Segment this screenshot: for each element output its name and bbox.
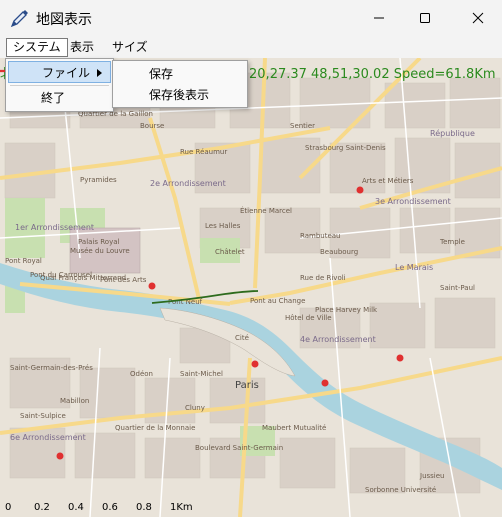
svg-text:République: République (430, 128, 475, 138)
svg-text:Pont au Change: Pont au Change (250, 297, 305, 305)
svg-text:Maubert Mutualité: Maubert Mutualité (262, 424, 326, 432)
title-bar: 地図表示 (0, 0, 502, 36)
scale-tick-3: 0.6 (102, 502, 118, 513)
map-view[interactable]: Quartier de la Gaillon Vivienne Bourse S… (0, 58, 502, 517)
submenu-arrow-icon (97, 69, 102, 77)
svg-text:Sorbonne Université: Sorbonne Université (365, 486, 436, 494)
svg-text:Les Halles: Les Halles (205, 222, 241, 230)
svg-text:6e Arrondissement: 6e Arrondissement (10, 433, 86, 442)
maximize-button[interactable] (402, 0, 448, 36)
menu-separator (10, 85, 109, 86)
svg-text:Quartier de la Monnaie: Quartier de la Monnaie (115, 424, 195, 432)
svg-text:Sentier: Sentier (290, 122, 315, 130)
svg-text:Le Marais: Le Marais (395, 263, 433, 272)
svg-text:Saint-Paul: Saint-Paul (440, 284, 475, 292)
svg-text:Boulevard Saint-Germain: Boulevard Saint-Germain (195, 444, 283, 452)
status-text: 20,27.37 48,51,30.02 Speed=61.8Km (249, 67, 496, 82)
svg-text:Pyramides: Pyramides (80, 176, 117, 184)
svg-text:Palais Royal: Palais Royal (78, 238, 120, 246)
menu-item-exit[interactable]: 終了 (8, 87, 111, 109)
svg-text:Arts et Métiers: Arts et Métiers (362, 177, 414, 185)
close-icon (472, 12, 484, 24)
scale-tick-1: 0.2 (34, 502, 50, 513)
menu-system[interactable]: システム (6, 38, 68, 57)
scale-tick-4: 0.8 (136, 502, 152, 513)
svg-text:Rue Réaumur: Rue Réaumur (180, 148, 227, 156)
svg-text:Jussieu: Jussieu (419, 472, 444, 480)
svg-text:Pont Royal: Pont Royal (5, 257, 42, 265)
svg-text:Rue de Rivoli: Rue de Rivoli (300, 274, 346, 282)
svg-text:Hôtel de Ville: Hôtel de Ville (285, 314, 332, 322)
maximize-icon (420, 13, 430, 23)
menu-item-save-and-show[interactable]: 保存後表示 (149, 85, 209, 105)
svg-text:Musée du Louvre: Musée du Louvre (70, 247, 130, 255)
minimize-icon (374, 17, 384, 19)
svg-text:3e Arrondissement: 3e Arrondissement (375, 197, 451, 206)
svg-text:Étienne Marcel: Étienne Marcel (240, 206, 292, 215)
pen-icon (10, 10, 28, 28)
map-canvas: Quartier de la Gaillon Vivienne Bourse S… (0, 58, 502, 517)
svg-text:Mabillon: Mabillon (60, 397, 89, 405)
menu-item-file-label: ファイル (42, 66, 91, 80)
svg-text:Saint-Michel: Saint-Michel (180, 370, 223, 378)
scale-tick-0: 0 (5, 502, 12, 513)
svg-text:Rambuteau: Rambuteau (300, 232, 340, 240)
scale-tick-5: 1Km (170, 502, 193, 513)
svg-text:Place Harvey Milk: Place Harvey Milk (315, 306, 378, 314)
svg-text:Cluny: Cluny (185, 404, 205, 412)
svg-text:Saint-Sulpice: Saint-Sulpice (20, 412, 66, 420)
scale-tick-2: 0.4 (68, 502, 84, 513)
svg-text:Beaubourg: Beaubourg (320, 248, 358, 256)
close-button[interactable] (454, 0, 502, 36)
svg-text:2e Arrondissement: 2e Arrondissement (150, 179, 226, 188)
svg-text:1er Arrondissement: 1er Arrondissement (15, 223, 94, 232)
svg-text:Châtelet: Châtelet (215, 248, 245, 256)
svg-text:Paris: Paris (235, 380, 259, 391)
menu-view[interactable]: 表示 (64, 38, 100, 56)
svg-text:4e Arrondissement: 4e Arrondissement (300, 335, 376, 344)
menu-bar: システム 表示 サイズ (0, 36, 502, 58)
menu-item-file[interactable]: ファイル (8, 61, 111, 83)
menu-item-exit-label: 終了 (41, 91, 66, 105)
svg-text:Bourse: Bourse (140, 122, 164, 130)
svg-text:Quai François Mitterrand: Quai François Mitterrand (40, 274, 126, 282)
system-menu-dropdown: ファイル 終了 (5, 58, 114, 112)
menu-size[interactable]: サイズ (106, 38, 154, 56)
svg-text:Temple: Temple (439, 238, 465, 246)
svg-text:Odéon: Odéon (130, 370, 153, 378)
svg-text:Saint-Germain-des-Prés: Saint-Germain-des-Prés (10, 364, 93, 372)
svg-text:Strasbourg Saint-Denis: Strasbourg Saint-Denis (305, 144, 386, 152)
menu-item-save[interactable]: 保存 (149, 64, 173, 84)
svg-text:Cité: Cité (235, 334, 249, 342)
minimize-button[interactable] (356, 0, 402, 36)
file-submenu: 保存 保存後表示 (112, 60, 248, 108)
window-title: 地図表示 (36, 12, 92, 28)
